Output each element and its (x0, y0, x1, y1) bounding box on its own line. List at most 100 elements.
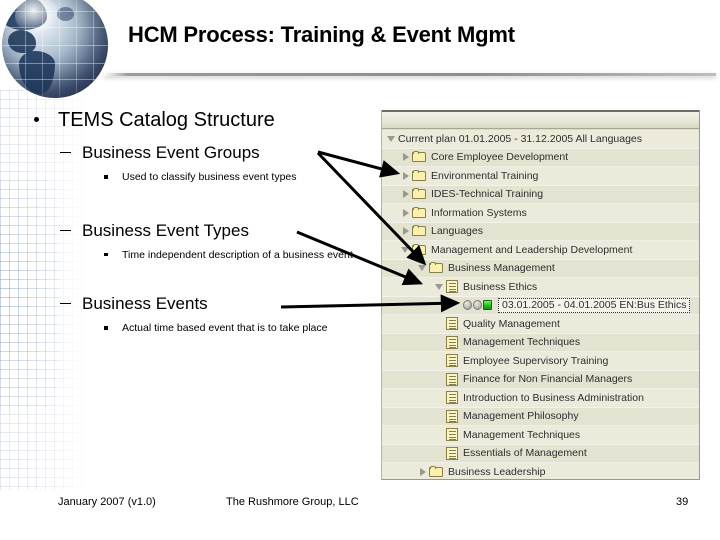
tree-row[interactable]: Employee Supervisory Training (382, 352, 699, 371)
outline-item-1-title: Business Event Types (22, 220, 382, 242)
dash-bullet-icon (60, 229, 71, 231)
document-icon (446, 391, 458, 405)
slide: HCM Process: Training & Event Mgmt TEMS … (0, 0, 720, 540)
tree-row-label: Finance for Non Financial Managers (463, 373, 633, 385)
collapse-twisty-icon[interactable] (399, 241, 412, 259)
outline-item-0-title-label: Business Event Groups (82, 143, 260, 162)
tree-row[interactable]: Management Techniques (382, 333, 699, 352)
tree-row-label: IDES-Technical Training (431, 188, 544, 200)
tree-row[interactable]: Core Employee Development (382, 148, 699, 167)
tree-panel: Current plan 01.01.2005 - 31.12.2005 All… (381, 110, 700, 480)
folder-icon (412, 169, 427, 182)
tree-view[interactable]: Current plan 01.01.2005 - 31.12.2005 All… (382, 130, 699, 479)
tree-row-label: Essentials of Management (463, 447, 587, 459)
tree-row[interactable]: Business Leadership (382, 463, 699, 479)
tree-row[interactable]: Business Management (382, 259, 699, 278)
page-title: HCM Process: Training & Event Mgmt (128, 22, 515, 47)
folder-icon (412, 206, 427, 219)
tree-row-label: Current plan 01.01.2005 - 31.12.2005 All… (398, 132, 643, 145)
expand-twisty-icon[interactable] (416, 463, 429, 479)
tree-row-label: Management Techniques (463, 336, 581, 348)
tree-row-label: Business Ethics (463, 280, 538, 293)
outline-item-1-title-label: Business Event Types (82, 220, 249, 240)
document-icon (446, 409, 458, 423)
tree-row[interactable]: Management Philosophy (382, 407, 699, 426)
expand-twisty-icon[interactable] (399, 185, 412, 203)
dash-bullet-icon (60, 152, 71, 153)
tree-row-label: Languages (431, 225, 483, 237)
tree-row-label: Management Techniques (463, 428, 581, 441)
dash-bullet-icon (60, 303, 71, 305)
tree-row[interactable]: Finance for Non Financial Managers (382, 370, 699, 389)
tree-row-label: Information Systems (431, 206, 527, 219)
outline-heading: TEMS Catalog Structure (22, 108, 382, 133)
document-icon (446, 280, 458, 294)
tree-row[interactable]: Essentials of Management (382, 444, 699, 463)
expand-twisty-icon[interactable] (399, 167, 412, 185)
tree-row-label: Management and Leadership Development (431, 243, 633, 256)
tree-row-root[interactable]: Current plan 01.01.2005 - 31.12.2005 All… (382, 130, 699, 149)
tree-row[interactable]: Management Techniques (382, 426, 699, 445)
globe-icon (2, 0, 108, 98)
tree-row[interactable]: Environmental Training (382, 167, 699, 186)
expand-twisty-icon[interactable] (399, 204, 412, 222)
outline-item-1-detail: Time independent description of a busine… (22, 248, 382, 262)
collapse-twisty-icon[interactable] (416, 259, 429, 277)
square-bullet-icon (104, 326, 108, 330)
tree-row-selected[interactable]: 03.01.2005 - 04.01.2005 EN:Bus Ethics (382, 296, 699, 315)
tree-row-label: Business Management (448, 262, 555, 274)
tree-row-label: Environmental Training (431, 169, 539, 182)
tree-row[interactable]: Quality Management (382, 315, 699, 334)
tree-row[interactable]: Introduction to Business Administration (382, 389, 699, 408)
tree-row-label: Management Philosophy (463, 410, 579, 422)
outline-item-2-detail-label: Actual time based event that is to take … (122, 322, 328, 335)
tree-row[interactable]: IDES-Technical Training (382, 185, 699, 204)
collapse-twisty-icon[interactable] (385, 130, 398, 148)
panel-toolbar (382, 110, 699, 129)
tree-row-label: Core Employee Development (431, 151, 569, 163)
collapse-twisty-icon[interactable] (433, 278, 446, 296)
outline-item-0-detail: Used to classify business event types (22, 170, 382, 184)
outline-heading-label: TEMS Catalog Structure (58, 109, 275, 131)
status-gray-icon (463, 300, 472, 311)
tree-row[interactable]: Business Ethics (382, 278, 699, 297)
outline-item-0-detail-label: Used to classify business event types (122, 171, 297, 184)
document-icon (446, 335, 458, 349)
expand-twisty-icon[interactable] (399, 222, 412, 240)
outline-item-2-title: Business Events (22, 293, 382, 315)
document-icon (446, 372, 458, 386)
square-bullet-icon (104, 252, 108, 257)
document-icon (446, 354, 458, 368)
bullet-icon (34, 117, 39, 122)
tree-row-label: 03.01.2005 - 04.01.2005 EN:Bus Ethics (498, 297, 691, 313)
folder-icon (429, 465, 444, 478)
tree-row-label: Introduction to Business Administration (463, 391, 644, 404)
tree-row-label: Business Leadership (448, 465, 546, 478)
tree-row[interactable]: Management and Leadership Development (382, 241, 699, 260)
status-green-icon (483, 300, 492, 311)
folder-icon (412, 243, 427, 256)
folder-icon (429, 262, 444, 274)
document-icon (446, 428, 458, 442)
tree-row[interactable]: Languages (382, 222, 699, 241)
tree-row-label: Employee Supervisory Training (463, 354, 609, 367)
tree-row[interactable]: Information Systems (382, 204, 699, 223)
folder-icon (412, 225, 427, 237)
tree-row-label: Quality Management (463, 317, 560, 330)
folder-icon (412, 151, 427, 163)
document-icon (446, 446, 458, 460)
outline-item-1-detail-label: Time independent description of a busine… (122, 248, 353, 261)
status-gray-icon (473, 300, 482, 311)
expand-twisty-icon[interactable] (399, 148, 412, 166)
footer-page-number: 39 (676, 496, 689, 508)
